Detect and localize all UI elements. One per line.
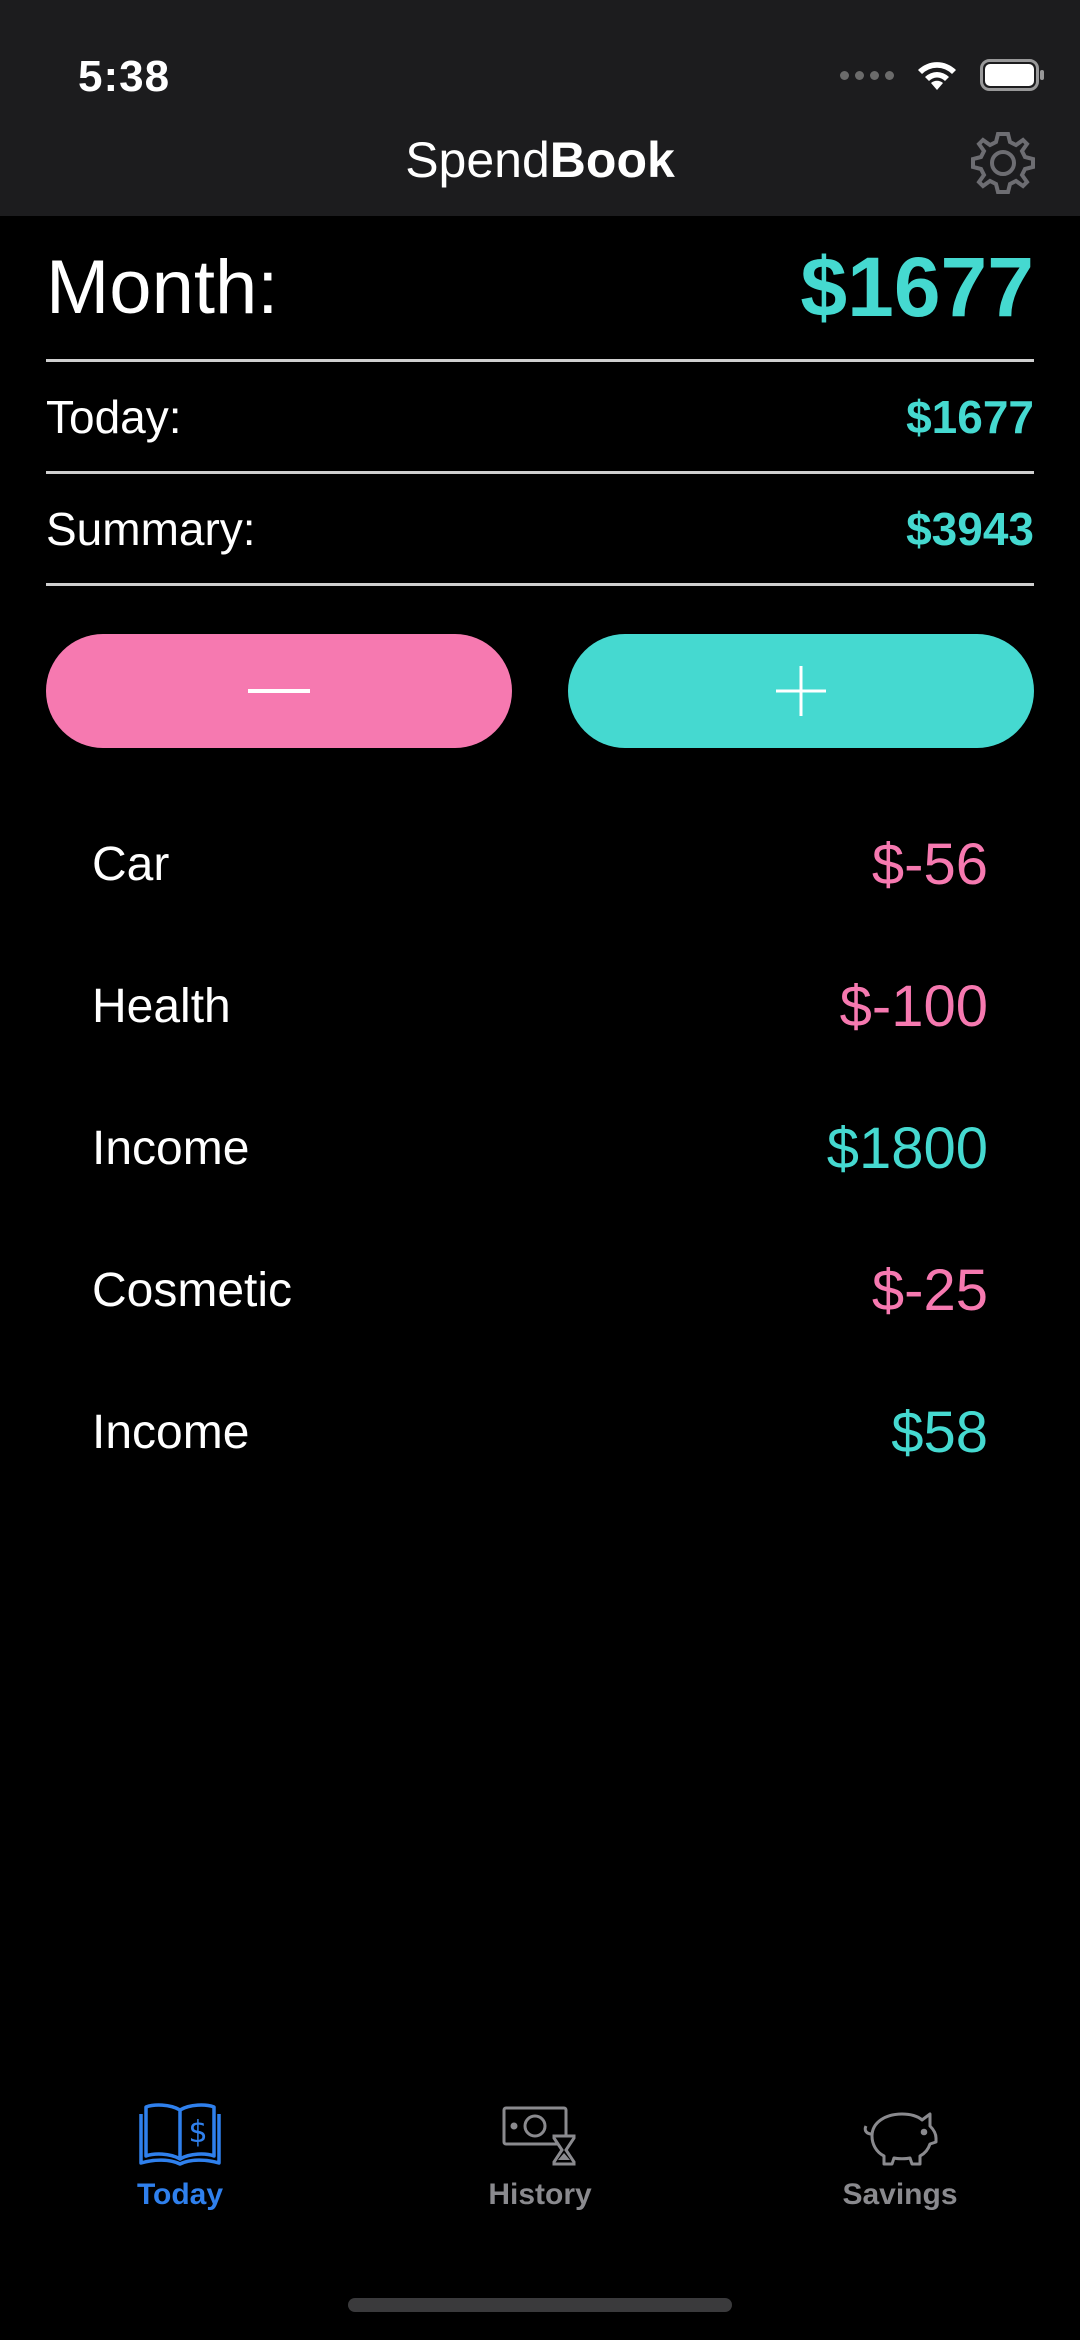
transaction-category: Cosmetic <box>92 1263 293 1317</box>
piggy-bank-icon <box>863 2112 938 2166</box>
summary-row: Summary: $3943 <box>46 474 1034 586</box>
transaction-category: Health <box>92 979 231 1033</box>
transaction-category: Income <box>92 1405 250 1459</box>
summary-value: $3943 <box>906 502 1034 555</box>
month-value: $1677 <box>800 240 1034 334</box>
cash-hourglass-icon <box>502 2106 576 2166</box>
settings-gear-icon[interactable] <box>968 128 1038 198</box>
app-title: SpendBook <box>0 130 1080 190</box>
action-buttons <box>46 634 1034 748</box>
summary-label: Summary: <box>46 502 256 555</box>
transaction-amount: $1800 <box>826 1115 988 1181</box>
plus-icon <box>776 666 826 716</box>
top-bar: 5:38 SpendBook <box>0 0 1080 216</box>
transaction-item[interactable]: Car $-56 <box>92 793 988 935</box>
transaction-item[interactable]: Cosmetic $-25 <box>92 1219 988 1361</box>
transaction-item[interactable]: Income $1800 <box>92 1077 988 1219</box>
status-icons <box>840 58 1046 92</box>
balance-summary: Month: $1677 Today: $1677 Summary: $3943 <box>46 216 1034 586</box>
month-label: Month: <box>46 245 279 330</box>
svg-text:$: $ <box>188 2115 207 2150</box>
tab-savings[interactable]: Savings <box>750 2098 1050 2248</box>
transaction-amount: $58 <box>891 1399 988 1465</box>
screen: 5:38 SpendBook Month: $1677 Today: $1677… <box>0 0 1080 2340</box>
tab-history[interactable]: History <box>390 2098 690 2248</box>
transaction-item[interactable]: Health $-100 <box>92 935 988 1077</box>
app-title-bold: Book <box>549 132 675 188</box>
today-row: Today: $1677 <box>46 362 1034 474</box>
app-title-light: Spend <box>405 132 550 188</box>
add-expense-button[interactable] <box>46 634 512 748</box>
tab-today-label: Today <box>136 2178 224 2211</box>
tab-savings-label: Savings <box>842 2178 958 2211</box>
today-value: $1677 <box>906 390 1034 443</box>
tab-bar: $ Today History Savings <box>0 2098 1080 2248</box>
today-label: Today: <box>46 390 182 443</box>
battery-icon <box>980 59 1044 91</box>
add-income-button[interactable] <box>568 634 1034 748</box>
minus-icon <box>248 689 310 693</box>
status-time: 5:38 <box>78 52 171 101</box>
transaction-category: Income <box>92 1121 250 1175</box>
home-indicator[interactable] <box>348 2298 732 2312</box>
transaction-amount: $-100 <box>839 973 988 1039</box>
wifi-icon <box>918 62 956 90</box>
transaction-list: Car $-56 Health $-100 Income $1800 Cosme… <box>92 793 988 1503</box>
month-row: Month: $1677 <box>46 216 1034 362</box>
transaction-item[interactable]: Income $58 <box>92 1361 988 1503</box>
book-dollar-icon: $ <box>139 2103 221 2166</box>
tab-today[interactable]: $ Today <box>30 2098 330 2248</box>
tab-history-label: History <box>488 2178 592 2211</box>
transaction-amount: $-56 <box>871 831 988 897</box>
cellular-signal-icon <box>840 70 894 80</box>
transaction-category: Car <box>92 837 170 891</box>
transaction-amount: $-25 <box>871 1257 988 1323</box>
